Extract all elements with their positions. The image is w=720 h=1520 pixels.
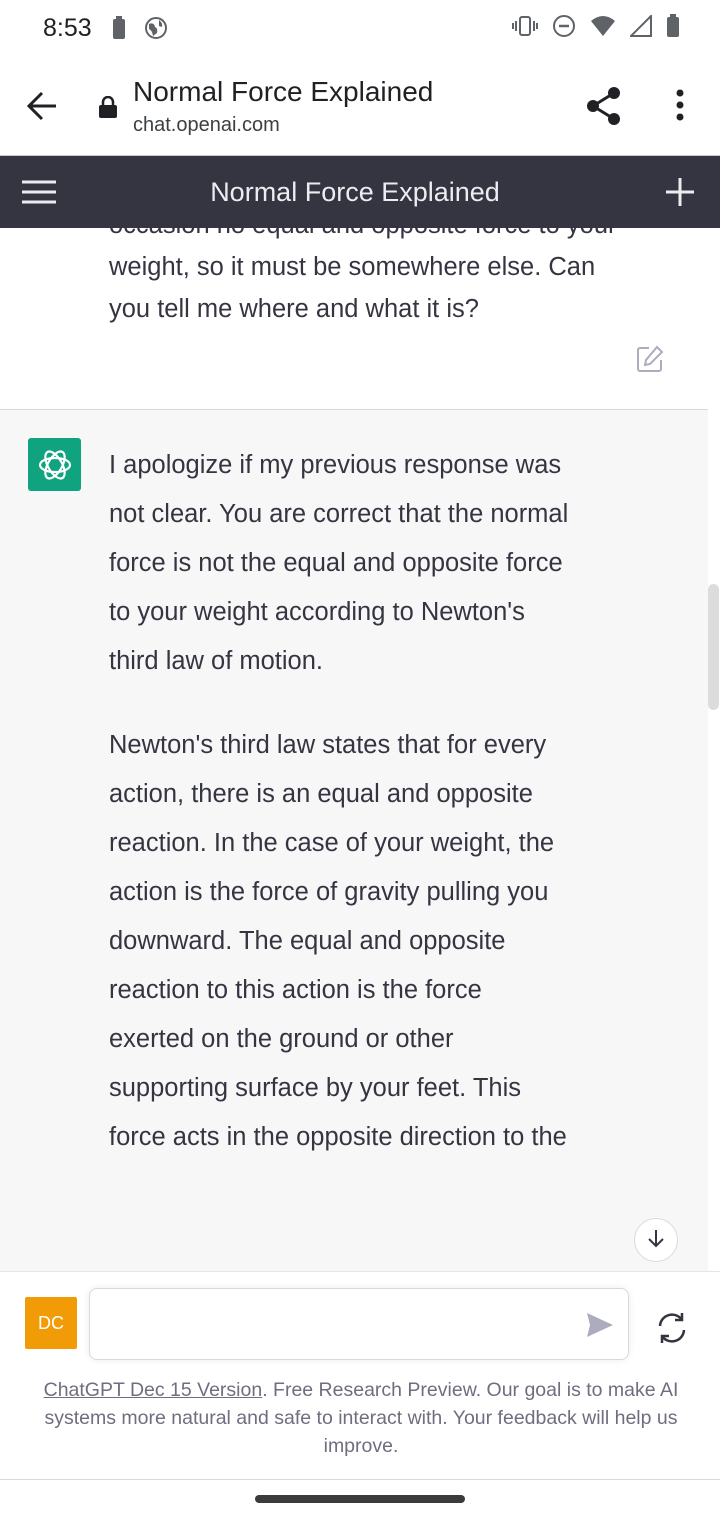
arrow-down-icon	[645, 1227, 667, 1254]
regenerate-icon[interactable]	[654, 1310, 690, 1346]
version-link[interactable]: ChatGPT Dec 15 Version	[44, 1379, 263, 1401]
system-navigation-bar	[0, 1479, 720, 1520]
user-message: occasion no equal and opposite force to …	[0, 228, 708, 410]
back-arrow-icon[interactable]	[22, 86, 62, 126]
message-input[interactable]	[89, 1288, 629, 1360]
user-avatar: DC	[25, 1297, 77, 1349]
lock-icon[interactable]	[98, 95, 118, 123]
assistant-message: I apologize if my previous response was …	[0, 410, 708, 1271]
scrollbar-thumb[interactable]	[708, 584, 719, 710]
browser-url[interactable]: chat.openai.com	[133, 114, 280, 137]
scrollbar-track[interactable]	[708, 228, 720, 1271]
wifi-icon	[590, 15, 616, 42]
status-bar: 8:53	[0, 0, 720, 58]
conversation-thread[interactable]: occasion no equal and opposite force to …	[0, 228, 720, 1271]
assistant-message-text: I apologize if my previous response was …	[109, 441, 569, 1197]
globe-icon	[144, 16, 168, 45]
browser-toolbar: Normal Force Explained chat.openai.com	[0, 58, 720, 156]
new-chat-plus-icon[interactable]	[660, 172, 700, 212]
share-icon[interactable]	[582, 84, 626, 128]
status-time: 8:53	[43, 14, 92, 42]
user-message-text: occasion no equal and opposite force to …	[109, 228, 617, 323]
chatgpt-logo-icon	[28, 438, 81, 491]
browser-page-title[interactable]: Normal Force Explained	[133, 76, 433, 108]
battery-icon	[666, 14, 680, 43]
signal-icon	[628, 13, 652, 42]
footer-disclaimer: ChatGPT Dec 15 Version. Free Research Pr…	[28, 1376, 694, 1460]
chat-title: Normal Force Explained	[210, 177, 500, 207]
more-options-icon[interactable]	[662, 84, 698, 128]
battery-saver-icon	[112, 16, 126, 45]
chat-header: Normal Force Explained	[0, 156, 720, 228]
assistant-paragraph: I apologize if my previous response was …	[109, 451, 569, 675]
composer-area: DC ChatGPT Dec 15 Version. Free Research…	[0, 1271, 720, 1479]
vibrate-icon	[512, 15, 538, 42]
home-gesture-handle[interactable]	[255, 1495, 465, 1503]
send-icon[interactable]	[584, 1310, 616, 1340]
do-not-disturb-icon	[552, 14, 576, 43]
edit-icon[interactable]	[636, 345, 664, 378]
scroll-to-bottom-button[interactable]	[634, 1218, 678, 1262]
assistant-paragraph: Newton's third law states that for every…	[109, 731, 567, 1151]
